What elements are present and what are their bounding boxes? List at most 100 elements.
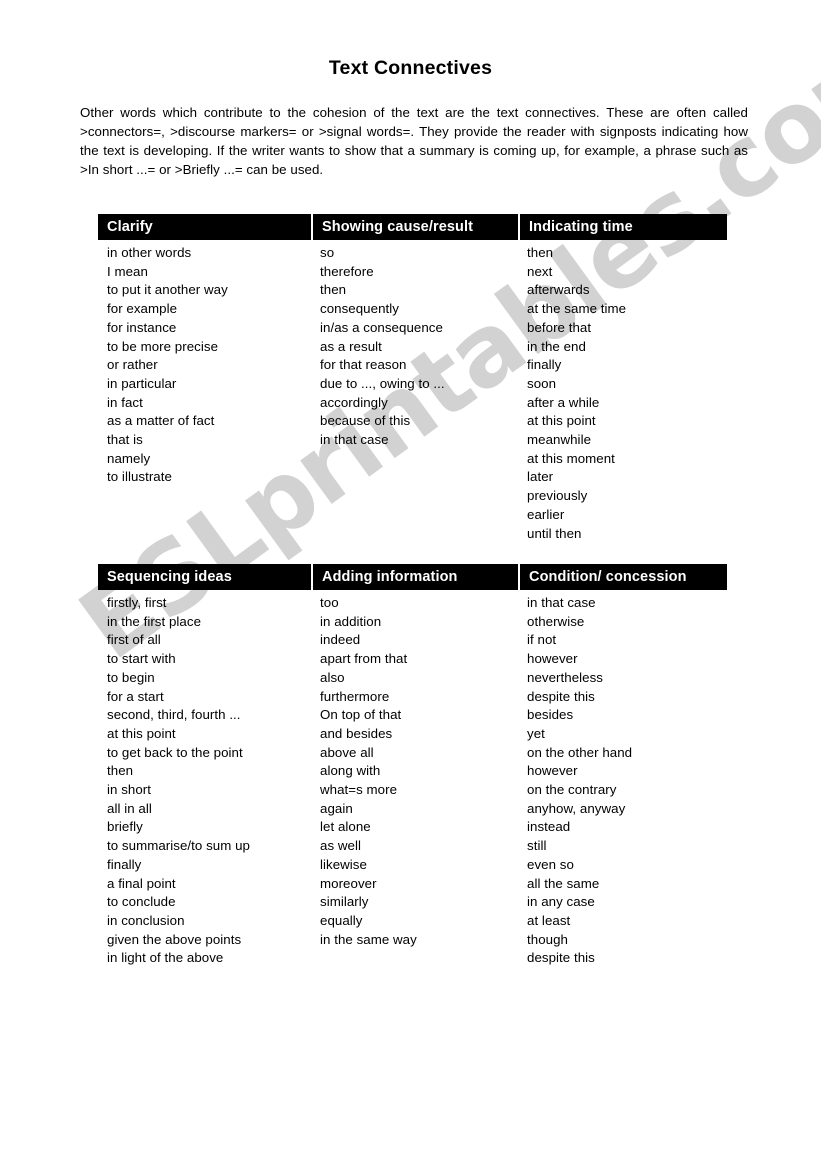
list-item: in that case xyxy=(320,432,389,448)
list-item: above all xyxy=(320,744,374,760)
list-item: however xyxy=(527,651,578,667)
list-item: all the same xyxy=(527,875,600,891)
list-item: previously xyxy=(527,488,588,504)
list-item: afterwards xyxy=(527,282,590,298)
list-item: if not xyxy=(527,632,557,648)
list-item: on the contrary xyxy=(527,782,617,798)
list-item: nevertheless xyxy=(527,669,603,685)
list-item: after a while xyxy=(527,394,600,410)
list-item: meanwhile xyxy=(527,432,592,448)
list-item: in conclusion xyxy=(107,912,185,928)
list-item: accordingly xyxy=(320,394,388,410)
list-item: earlier xyxy=(527,506,565,522)
connectives-table-2: Sequencing ideas Adding information Cond… xyxy=(98,564,727,968)
list-item: indeed xyxy=(320,632,361,648)
list-item: apart from that xyxy=(320,651,408,667)
table-2-column-condition-concession: in that case otherwise if not however ne… xyxy=(518,594,727,968)
list-item: at this point xyxy=(107,725,176,741)
list-item: let alone xyxy=(320,819,371,835)
list-item: later xyxy=(527,469,554,485)
worksheet-page: Text Connectives Other words which contr… xyxy=(0,0,821,1169)
list-item: a final point xyxy=(107,875,176,891)
list-item: for example xyxy=(107,301,178,317)
list-item: instead xyxy=(527,819,571,835)
list-item: in the first place xyxy=(107,613,202,629)
table-2-column-sequencing-ideas: firstly, first in the first place first … xyxy=(98,594,311,968)
list-item: in addition xyxy=(320,613,382,629)
list-item: until then xyxy=(527,525,582,541)
list-item: in any case xyxy=(527,894,595,910)
list-item: to get back to the point xyxy=(107,744,243,760)
list-item: furthermore xyxy=(320,688,390,704)
list-item: On top of that xyxy=(320,707,402,723)
table-1-header-indicating-time: Indicating time xyxy=(518,214,727,240)
table-1-column-indicating-time: then next afterwards at the same time be… xyxy=(518,244,727,543)
table-1-column-showing-cause-result: so therefore then consequently in/as a c… xyxy=(311,244,518,543)
list-item: then xyxy=(527,245,554,260)
list-item: to conclude xyxy=(107,894,176,910)
list-item: moreover xyxy=(320,875,377,891)
list-item: or rather xyxy=(107,357,158,373)
list-item: despite this xyxy=(527,950,595,966)
list-item: in that case xyxy=(527,595,596,610)
intro-paragraph: Other words which contribute to the cohe… xyxy=(80,105,748,177)
list-item: to summarise/to sum up xyxy=(107,838,250,854)
list-item: at the same time xyxy=(527,301,627,317)
list-item: due to ..., owing to ... xyxy=(320,375,445,391)
table-1-header-clarify: Clarify xyxy=(107,219,153,235)
list-item: anyhow, anyway xyxy=(527,800,626,816)
list-item: in fact xyxy=(107,394,143,410)
list-item: in the end xyxy=(527,338,586,354)
list-item: briefly xyxy=(107,819,143,835)
list-item: at this moment xyxy=(527,450,615,466)
list-item: likewise xyxy=(320,856,367,872)
list-item: equally xyxy=(320,912,363,928)
list-item: again xyxy=(320,800,353,816)
list-item: on the other hand xyxy=(527,744,633,760)
table-2-header-adding-information: Adding information xyxy=(311,564,518,590)
list-item: though xyxy=(527,931,568,947)
list-item: despite this xyxy=(527,688,595,704)
list-item: namely xyxy=(107,450,151,466)
list-item: in short xyxy=(107,782,152,798)
table-2-header-condition-concession: Condition/ concession xyxy=(518,564,727,590)
list-item: too xyxy=(320,595,339,610)
list-item: as a matter of fact xyxy=(107,413,215,429)
list-item: second, third, fourth ... xyxy=(107,707,241,723)
table-2-header-row: Sequencing ideas Adding information Cond… xyxy=(98,564,727,590)
list-item: I mean xyxy=(107,263,148,279)
list-item: to start with xyxy=(107,651,176,667)
list-item: similarly xyxy=(320,894,369,910)
list-item: and besides xyxy=(320,725,393,741)
list-item: finally xyxy=(107,856,142,872)
page-title: Text Connectives xyxy=(328,57,493,79)
list-item: even so xyxy=(527,856,574,872)
list-item: in particular xyxy=(107,375,177,391)
list-item: consequently xyxy=(320,301,399,317)
list-item: because of this xyxy=(320,413,411,429)
list-item: so xyxy=(320,245,335,260)
list-item: therefore xyxy=(320,263,374,279)
list-item: still xyxy=(527,838,547,854)
list-item: as well xyxy=(320,838,361,854)
list-item: all in all xyxy=(107,800,152,816)
list-item: as a result xyxy=(320,338,382,354)
list-item: firstly, first xyxy=(107,595,167,610)
table-2-header-sequencing-ideas: Sequencing ideas xyxy=(107,569,232,585)
list-item: to begin xyxy=(107,669,155,685)
list-item: for that reason xyxy=(320,357,407,373)
list-item: next xyxy=(527,263,553,279)
table-2-body-row: firstly, first in the first place first … xyxy=(98,590,727,968)
list-item: first of all xyxy=(107,632,161,648)
list-item: besides xyxy=(527,707,574,723)
list-item: in the same way xyxy=(320,931,417,947)
list-item: to put it another way xyxy=(107,282,228,298)
list-item: for instance xyxy=(107,319,177,335)
table-2-column-adding-information: too in addition indeed apart from that a… xyxy=(311,594,518,968)
list-item: for a start xyxy=(107,688,164,704)
list-item: to be more precise xyxy=(107,338,219,354)
list-item: in light of the above xyxy=(107,950,224,966)
list-item: also xyxy=(320,669,345,685)
list-item: yet xyxy=(527,725,545,741)
list-item: then xyxy=(107,763,134,779)
